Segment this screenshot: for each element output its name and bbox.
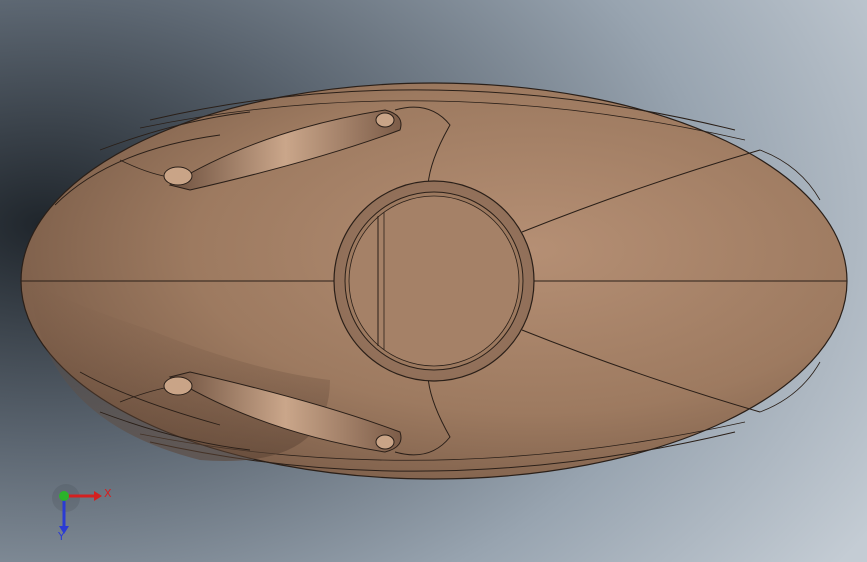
upper-slot-cap-left — [163, 166, 193, 186]
upper-slot-cap-right — [375, 112, 395, 128]
central-boss[interactable] — [333, 180, 535, 382]
x-axis-arrowhead — [94, 491, 102, 501]
x-axis-label: X — [104, 487, 112, 500]
boss-face — [348, 195, 520, 367]
y-axis-label: Y — [58, 530, 65, 543]
model-scene[interactable] — [0, 0, 867, 562]
graphics-viewport[interactable]: X Y — [0, 0, 867, 562]
lower-slot-cap-right — [375, 434, 395, 450]
z-axis-dot — [59, 491, 69, 501]
model-body[interactable] — [20, 82, 848, 480]
lower-slot-cap-left — [163, 376, 193, 396]
